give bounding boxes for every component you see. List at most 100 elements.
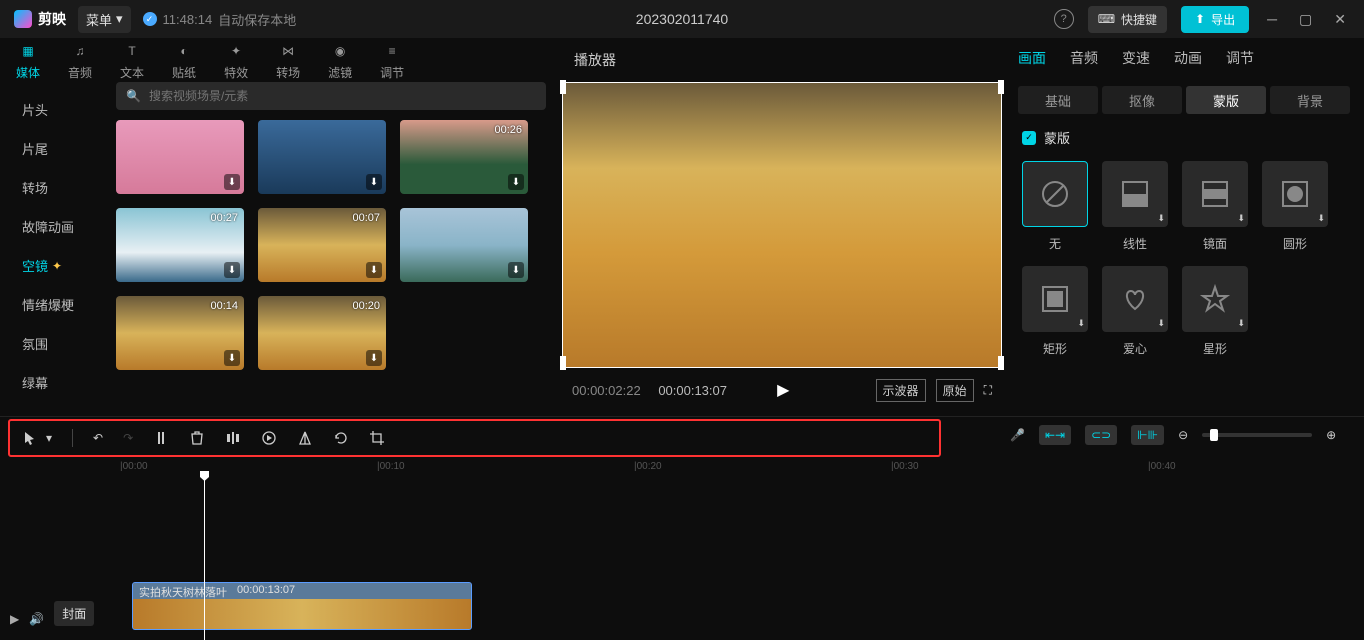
split-icon[interactable] (153, 430, 169, 446)
mask-option-star[interactable]: ⬇星形 (1182, 266, 1248, 357)
keyboard-icon: ⌨ (1098, 12, 1115, 26)
playhead[interactable] (204, 477, 205, 640)
download-icon[interactable]: ⬇ (508, 262, 524, 278)
resize-handle[interactable] (998, 80, 1004, 94)
shortcut-button[interactable]: ⌨ 快捷键 (1088, 6, 1167, 33)
waveform-button[interactable]: 示波器 (876, 379, 926, 402)
tab-文本[interactable]: T文本 (120, 40, 144, 81)
tab-音频[interactable]: ♫音频 (68, 40, 92, 81)
crop-icon[interactable] (369, 430, 385, 446)
media-thumb[interactable]: ⬇ (116, 120, 244, 194)
mute-icon[interactable]: 🔊 (29, 612, 44, 626)
pointer-dropdown-icon[interactable]: ▾ (46, 431, 52, 445)
original-size-button[interactable]: 原始 (936, 379, 974, 402)
video-clip[interactable]: 实拍秋天树林落叶 00:00:13:07 (132, 582, 472, 630)
tab-icon: ◐ (173, 40, 195, 62)
player-viewport[interactable] (562, 82, 1002, 368)
property-subtab[interactable]: 蒙版 (1186, 86, 1266, 114)
property-tab[interactable]: 画面 (1018, 48, 1046, 72)
mask-option-heart[interactable]: ⬇爱心 (1102, 266, 1168, 357)
search-input[interactable] (149, 89, 536, 103)
media-thumb[interactable]: 00:07⬇ (258, 208, 386, 282)
tab-特效[interactable]: ✦特效 (224, 40, 248, 81)
category-item[interactable]: 片头 (6, 90, 116, 129)
tab-调节[interactable]: ≡调节 (380, 40, 404, 81)
download-icon[interactable]: ⬇ (366, 174, 382, 190)
tab-贴纸[interactable]: ◐贴纸 (172, 40, 196, 81)
play-button[interactable]: ▶ (777, 380, 789, 400)
download-icon[interactable]: ⬇ (224, 350, 240, 366)
property-subtab[interactable]: 背景 (1270, 86, 1350, 114)
mask-option-linear[interactable]: ⬇线性 (1102, 161, 1168, 252)
minimize-button[interactable]: ─ (1263, 7, 1281, 31)
zoom-in-icon[interactable]: ⊕ (1326, 428, 1336, 442)
download-icon[interactable]: ⬇ (224, 174, 240, 190)
category-item[interactable]: 故障动画 (6, 207, 116, 246)
tab-icon: ▦ (17, 40, 39, 62)
resize-handle[interactable] (998, 356, 1004, 370)
mask-option-rect[interactable]: ⬇矩形 (1022, 266, 1088, 357)
tab-滤镜[interactable]: ◉滤镜 (328, 40, 352, 81)
mask-option-mirror[interactable]: ⬇镜面 (1182, 161, 1248, 252)
maximize-button[interactable]: ▢ (1295, 7, 1316, 32)
category-item[interactable]: 绿幕 (6, 363, 116, 402)
mirror-icon[interactable] (297, 430, 313, 446)
total-time: 00:00:13:07 (658, 383, 727, 398)
preview-axis-icon[interactable]: ⊩⊪ (1131, 425, 1164, 445)
media-thumb[interactable]: 00:27⬇ (116, 208, 244, 282)
close-button[interactable]: ✕ (1330, 7, 1350, 32)
record-audio-icon[interactable]: 🎤 (1010, 428, 1025, 442)
media-thumb[interactable]: 00:14 ⬇ (116, 296, 244, 370)
category-item[interactable]: 情绪爆梗 (6, 285, 116, 324)
search-input-box[interactable]: 🔍 (116, 82, 546, 110)
tab-媒体[interactable]: ▦媒体 (16, 40, 40, 81)
property-tab[interactable]: 动画 (1174, 48, 1202, 72)
media-thumb[interactable]: 00:26⬇ (400, 120, 528, 194)
redo-icon[interactable]: ↷ (123, 431, 133, 445)
timeline-ruler[interactable]: |00:00|00:10|00:20|00:30|00:40 (120, 459, 1364, 477)
fullscreen-icon[interactable]: ⛶ (984, 383, 992, 398)
check-icon[interactable]: ✓ (1022, 131, 1036, 145)
download-icon[interactable]: ⬇ (224, 262, 240, 278)
help-icon[interactable]: ? (1054, 9, 1074, 29)
export-button[interactable]: ⬆ 导出 (1181, 6, 1249, 33)
resize-handle[interactable] (560, 80, 566, 94)
freeze-frame-icon[interactable] (261, 430, 277, 446)
property-tab[interactable]: 变速 (1122, 48, 1150, 72)
link-icon[interactable]: ⊂⊃ (1085, 425, 1117, 445)
tab-转场[interactable]: ⋈转场 (276, 40, 300, 81)
toggle-visible-icon[interactable]: ▶ (10, 612, 19, 626)
zoom-out-icon[interactable]: ⊖ (1178, 428, 1188, 442)
media-thumb[interactable]: 00:20⬇ (258, 296, 386, 370)
mask-option-none[interactable]: 无 (1022, 161, 1088, 252)
rotate-icon[interactable] (333, 430, 349, 446)
download-icon[interactable]: ⬇ (508, 174, 524, 190)
delete-icon[interactable] (189, 430, 205, 446)
download-icon[interactable]: ⬇ (366, 350, 382, 366)
property-tab[interactable]: 调节 (1226, 48, 1254, 72)
property-tab[interactable]: 音频 (1070, 48, 1098, 72)
download-icon[interactable]: ⬇ (366, 262, 382, 278)
thumb-duration: 00:14 (210, 300, 238, 312)
pointer-tool-icon[interactable] (22, 430, 38, 446)
track-body[interactable]: 实拍秋天树林落叶 00:00:13:07 (120, 477, 1364, 640)
category-item[interactable]: 空镜✦ (6, 246, 116, 285)
category-sidebar: 片头片尾转场故障动画空镜✦情绪爆梗氛围绿幕 (6, 82, 116, 412)
undo-icon[interactable]: ↶ (93, 431, 103, 445)
property-subtab[interactable]: 抠像 (1102, 86, 1182, 114)
tab-icon: T (121, 40, 143, 62)
media-thumb[interactable]: ⬇ (258, 120, 386, 194)
mask-option-circle[interactable]: ⬇圆形 (1262, 161, 1328, 252)
media-panel: ▦媒体 ♫音频 T文本 ◐贴纸 ✦特效 ⋈转场 ◉滤镜 ≡调节 片头片尾转场故障动画空镜✦情绪… (6, 38, 554, 412)
cover-button[interactable]: 封面 (54, 601, 94, 626)
trim-icon[interactable] (225, 430, 241, 446)
zoom-slider[interactable] (1202, 433, 1312, 437)
category-item[interactable]: 片尾 (6, 129, 116, 168)
resize-handle[interactable] (560, 356, 566, 370)
category-item[interactable]: 转场 (6, 168, 116, 207)
category-item[interactable]: 氛围 (6, 324, 116, 363)
property-subtab[interactable]: 基础 (1018, 86, 1098, 114)
media-thumb[interactable]: ⬇ (400, 208, 528, 282)
menu-button[interactable]: 菜单 ▾ (78, 6, 131, 33)
snap-main-icon[interactable]: ⇤⇥ (1039, 425, 1071, 445)
